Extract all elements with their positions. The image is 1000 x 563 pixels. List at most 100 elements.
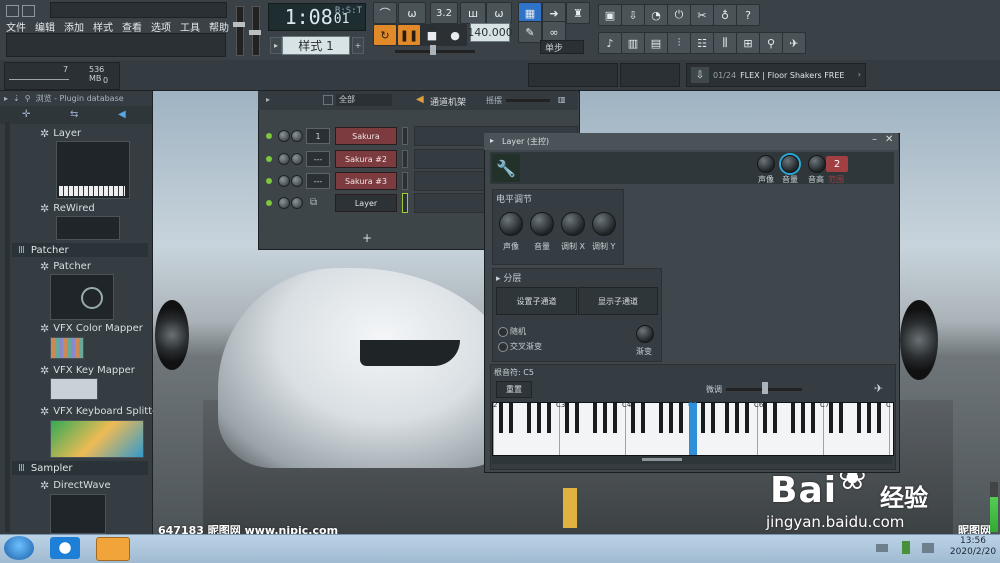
browser-folder-sampler[interactable]: Ⅲ Sampler (12, 461, 148, 475)
save-icon[interactable]: ▣ (598, 4, 622, 26)
microphone-icon[interactable]: ♁ (713, 4, 737, 26)
browser-arrow-icon[interactable]: ▸ (4, 94, 8, 103)
pitch-slider-knob[interactable] (430, 45, 436, 55)
tree-icon[interactable]: ⊞ (736, 32, 760, 54)
metronome-icon[interactable]: ⌒ (373, 2, 397, 24)
step-edit-icon[interactable]: ш (460, 2, 486, 24)
wrench-icon[interactable]: 🔧 (492, 154, 520, 182)
loop-record-icon[interactable]: ω (486, 2, 512, 24)
channel-mixer-track[interactable]: 1 (306, 128, 330, 144)
snap-selector[interactable]: 单步 (540, 40, 584, 54)
time-signature-button[interactable]: 3.2 (430, 2, 458, 24)
window-restore-button[interactable] (22, 5, 35, 17)
browser-item-vfx-key-mapper[interactable]: ✲ VFX Key Mapper (40, 364, 135, 377)
stop-button[interactable]: ■ (420, 24, 444, 46)
system-clock[interactable]: 13:56 2020/2/20 (946, 536, 1000, 558)
song-position-display[interactable]: 1:08 01 B:S:T (268, 3, 366, 31)
level-volume-knob[interactable] (530, 212, 554, 236)
browser-search-icon[interactable]: ⚲ (25, 94, 31, 103)
browser-item-vfx-keyboard-splitter[interactable]: ✲ VFX Keyboard Splitter (40, 405, 162, 418)
master-pitch-knob[interactable] (249, 30, 261, 35)
browser-nav-icon[interactable]: ⇣ (13, 94, 20, 103)
pattern-song-toggle-icon[interactable]: ↻ (373, 24, 397, 46)
browser-folder-patcher[interactable]: Ⅲ Patcher (12, 243, 148, 257)
plug-icon[interactable]: ⚲ (759, 32, 783, 54)
browser-item-rewired[interactable]: ✲ ReWired (40, 202, 95, 215)
sliders-icon[interactable]: ⫼ (713, 32, 737, 54)
header-volume-knob[interactable] (781, 155, 799, 173)
menu-file[interactable]: 文件 (6, 19, 26, 34)
rack-menu-arrow-icon[interactable]: ▸ (266, 95, 270, 104)
pattern-prev-button[interactable]: ▸ (270, 37, 282, 54)
fl-studio-task-icon[interactable] (96, 537, 130, 561)
battery-tray-icon[interactable] (902, 541, 910, 554)
pattern-selector[interactable]: 样式 1 (282, 36, 350, 55)
browser-item-directwave[interactable]: ✲ DirectWave (40, 479, 111, 492)
layer-window-titlebar[interactable]: ▸ Layer (主控) – ✕ (484, 133, 898, 150)
channel-led[interactable] (266, 156, 272, 162)
window-menu-arrow-icon[interactable]: ▸ (490, 136, 494, 145)
play-pause-button[interactable]: ❚❚ (397, 24, 421, 46)
news-next-icon[interactable]: › (858, 70, 861, 79)
channel-select-indicator[interactable] (402, 150, 408, 168)
level-pan-knob[interactable] (499, 212, 523, 236)
playlist-icon[interactable]: ♪ (598, 32, 622, 54)
header-pitch-knob[interactable] (808, 155, 826, 173)
bird-icon[interactable]: ✈ (782, 32, 806, 54)
window-minimize-icon[interactable]: – (872, 134, 877, 145)
window-minimize-button[interactable] (6, 5, 19, 17)
channel-led[interactable] (266, 200, 272, 206)
menu-view[interactable]: 查看 (122, 19, 142, 34)
add-channel-button[interactable]: + (362, 231, 372, 245)
window-close-icon[interactable]: ✕ (885, 134, 893, 145)
tempo-field[interactable]: 140.000 (467, 23, 513, 42)
mixer-icon[interactable]: ⫶ (667, 32, 691, 54)
channel-led[interactable] (266, 178, 272, 184)
set-children-button[interactable]: 设置子通道 (496, 287, 577, 315)
browser-item-layer[interactable]: ✲ Layer (40, 127, 81, 140)
brush-icon[interactable]: ✎ (518, 21, 542, 43)
channel-pan-knob[interactable] (278, 197, 290, 209)
channel-select-indicator[interactable] (402, 172, 408, 190)
reset-button[interactable]: 重置 (496, 381, 532, 398)
menu-help[interactable]: 帮助 (209, 19, 229, 34)
channel-rack-icon[interactable]: ▤ (644, 32, 668, 54)
channel-button-sakura-3[interactable]: Sakura #3 (335, 172, 397, 190)
speaker-tray-icon[interactable] (922, 543, 934, 553)
menu-edit[interactable]: 编辑 (35, 19, 55, 34)
record-button[interactable]: ● (443, 24, 467, 46)
bird-icon[interactable]: ✈ (874, 382, 883, 395)
menu-options[interactable]: 选项 (151, 19, 171, 34)
keyboard-scrollbar[interactable] (492, 456, 892, 464)
chat-icon[interactable]: ◔ (644, 4, 668, 26)
rack-filter-checkbox[interactable] (323, 95, 333, 105)
channel-button-sakura-2[interactable]: Sakura #2 (335, 150, 397, 168)
channel-volume-knob[interactable] (291, 153, 303, 165)
channel-select-indicator[interactable] (402, 127, 408, 145)
export-icon[interactable]: ⇩ (621, 4, 645, 26)
menu-patterns[interactable]: 样式 (93, 19, 113, 34)
channel-pan-knob[interactable] (278, 153, 290, 165)
channel-volume-knob[interactable] (291, 130, 303, 142)
power-icon[interactable]: ⏻ (667, 4, 691, 26)
pitch-range-field[interactable]: 2 (826, 156, 848, 172)
piano-roll-icon[interactable]: ▥ (621, 32, 645, 54)
channel-volume-knob[interactable] (291, 197, 303, 209)
channel-pan-knob[interactable] (278, 175, 290, 187)
help-icon[interactable]: ? (736, 4, 760, 26)
browser-task-icon[interactable] (50, 537, 80, 559)
swing-slider[interactable] (506, 99, 550, 102)
rack-grid-icon[interactable]: ▥ (558, 95, 566, 104)
channel-button-sakura[interactable]: Sakura (335, 127, 397, 145)
step-sequencer-icon[interactable]: ☷ (690, 32, 714, 54)
fine-tune-knob[interactable] (762, 382, 768, 394)
download-icon[interactable]: ⇩ (691, 67, 709, 83)
channel-mixer-track[interactable]: --- (306, 173, 330, 189)
random-radio[interactable] (498, 327, 508, 337)
pattern-add-button[interactable]: + (352, 37, 364, 54)
menu-add[interactable]: 添加 (64, 19, 84, 34)
cut-icon[interactable]: ✂ (690, 4, 714, 26)
start-button[interactable] (4, 536, 34, 560)
channel-volume-knob[interactable] (291, 175, 303, 187)
piano-keyboard[interactable] (492, 402, 894, 456)
